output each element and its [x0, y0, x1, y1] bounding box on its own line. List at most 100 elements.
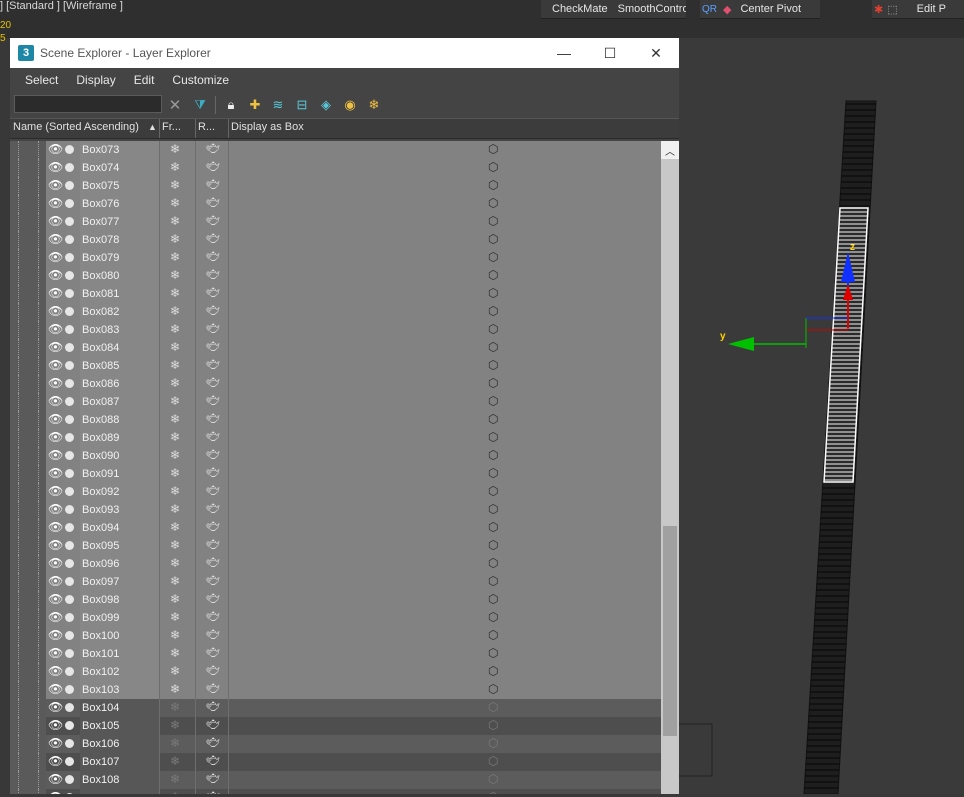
- nest-layer-icon[interactable]: ⊟: [293, 96, 311, 114]
- display-as-box-icon[interactable]: ⬡: [488, 178, 498, 192]
- object-name[interactable]: Box097: [82, 576, 119, 588]
- object-dot-icon[interactable]: [65, 739, 74, 748]
- object-dot-icon[interactable]: [65, 595, 74, 604]
- object-dot-icon[interactable]: [65, 343, 74, 352]
- display-as-box-icon[interactable]: ⬡: [488, 412, 498, 426]
- table-row[interactable]: 👁︎ Box095 ❄ 🫖︎ ⬡: [10, 537, 661, 555]
- object-dot-icon[interactable]: [65, 361, 74, 370]
- object-dot-icon[interactable]: [65, 721, 74, 730]
- menu-display[interactable]: Display: [67, 73, 124, 87]
- freeze-icon[interactable]: ❄: [170, 682, 180, 696]
- freeze-icon[interactable]: ❄: [170, 250, 180, 264]
- visibility-eye-icon[interactable]: 👁︎: [48, 268, 63, 282]
- freeze-icon[interactable]: ❄: [170, 772, 180, 786]
- viewport-perspective[interactable]: y z: [677, 38, 964, 795]
- visibility-eye-icon[interactable]: 👁︎: [48, 214, 63, 228]
- visibility-eye-icon[interactable]: 👁︎: [48, 754, 63, 768]
- layer-stack-icon[interactable]: ≋: [269, 96, 287, 114]
- object-dot-icon[interactable]: [65, 397, 74, 406]
- object-name[interactable]: Box073: [82, 144, 119, 156]
- column-name[interactable]: Name (Sorted Ascending): [13, 121, 139, 133]
- layers-icon[interactable]: ◈: [317, 96, 335, 114]
- hide-layer-icon[interactable]: ◉: [341, 96, 359, 114]
- table-row[interactable]: 👁︎ Box078 ❄ 🫖︎ ⬡: [10, 231, 661, 249]
- display-as-box-icon[interactable]: ⬡: [488, 718, 498, 732]
- display-as-box-icon[interactable]: ⬡: [488, 430, 498, 444]
- object-name[interactable]: Box107: [82, 756, 119, 768]
- render-teapot-icon[interactable]: 🫖︎: [206, 592, 220, 605]
- freeze-icon[interactable]: ❄: [170, 358, 180, 372]
- object-dot-icon[interactable]: [65, 415, 74, 424]
- display-as-box-icon[interactable]: ⬡: [488, 214, 498, 228]
- object-dot-icon[interactable]: [65, 667, 74, 676]
- display-as-box-icon[interactable]: ⬡: [488, 484, 498, 498]
- object-name[interactable]: Box083: [82, 324, 119, 336]
- bug-icon[interactable]: ✱: [872, 3, 885, 16]
- freeze-icon[interactable]: ❄: [170, 448, 180, 462]
- object-dot-icon[interactable]: [65, 163, 74, 172]
- edit-poly-button[interactable]: Edit P: [912, 3, 951, 15]
- render-teapot-icon[interactable]: 🫖︎: [206, 790, 220, 794]
- visibility-eye-icon[interactable]: 👁︎: [48, 142, 63, 156]
- menu-select[interactable]: Select: [16, 73, 67, 87]
- visibility-eye-icon[interactable]: 👁︎: [48, 718, 63, 732]
- object-dot-icon[interactable]: [65, 523, 74, 532]
- render-teapot-icon[interactable]: 🫖︎: [206, 718, 220, 731]
- freeze-icon[interactable]: ❄: [170, 520, 180, 534]
- render-teapot-icon[interactable]: 🫖︎: [206, 340, 220, 353]
- visibility-eye-icon[interactable]: 👁︎: [48, 448, 63, 462]
- render-teapot-icon[interactable]: 🫖︎: [206, 430, 220, 443]
- object-dot-icon[interactable]: [65, 469, 74, 478]
- table-row[interactable]: 👁︎ Box097 ❄ 🫖︎ ⬡: [10, 573, 661, 591]
- visibility-eye-icon[interactable]: 👁︎: [48, 250, 63, 264]
- object-name[interactable]: Box106: [82, 738, 119, 750]
- column-frozen[interactable]: Fr...: [162, 121, 181, 133]
- display-as-box-icon[interactable]: ⬡: [488, 700, 498, 714]
- visibility-eye-icon[interactable]: 👁︎: [48, 286, 63, 300]
- table-row[interactable]: 👁︎ Box081 ❄ 🫖︎ ⬡: [10, 285, 661, 303]
- object-dot-icon[interactable]: [65, 757, 74, 766]
- visibility-eye-icon[interactable]: 👁︎: [48, 790, 63, 794]
- checkmate-button[interactable]: CheckMate: [547, 3, 613, 15]
- visibility-eye-icon[interactable]: 👁︎: [48, 484, 63, 498]
- freeze-icon[interactable]: ❄: [170, 196, 180, 210]
- table-row[interactable]: 👁︎ Box106 ❄ 🫖︎ ⬡: [10, 735, 661, 753]
- visibility-eye-icon[interactable]: 👁︎: [48, 178, 63, 192]
- display-as-box-icon[interactable]: ⬡: [488, 466, 498, 480]
- table-row[interactable]: 👁︎ Box077 ❄ 🫖︎ ⬡: [10, 213, 661, 231]
- object-dot-icon[interactable]: [65, 271, 74, 280]
- render-teapot-icon[interactable]: 🫖︎: [206, 610, 220, 623]
- object-name[interactable]: Box105: [82, 720, 119, 732]
- freeze-icon[interactable]: ❄: [170, 376, 180, 390]
- display-as-box-icon[interactable]: ⬡: [488, 610, 498, 624]
- object-name[interactable]: Box091: [82, 468, 119, 480]
- freeze-icon[interactable]: ❄: [170, 610, 180, 624]
- object-name[interactable]: Box092: [82, 486, 119, 498]
- table-row[interactable]: 👁︎ Box085 ❄ 🫖︎ ⬡: [10, 357, 661, 375]
- table-row[interactable]: 👁︎ Box091 ❄ 🫖︎ ⬡: [10, 465, 661, 483]
- center-pivot-button[interactable]: Center Pivot: [735, 3, 806, 15]
- display-as-box-icon[interactable]: ⬡: [488, 322, 498, 336]
- object-name[interactable]: Box096: [82, 558, 119, 570]
- visibility-eye-icon[interactable]: 👁︎: [48, 556, 63, 570]
- table-row[interactable]: 👁︎ Box099 ❄ 🫖︎ ⬡: [10, 609, 661, 627]
- display-as-box-icon[interactable]: ⬡: [488, 664, 498, 678]
- render-teapot-icon[interactable]: 🫖︎: [206, 250, 220, 263]
- visibility-eye-icon[interactable]: 👁︎: [48, 304, 63, 318]
- object-dot-icon[interactable]: [65, 613, 74, 622]
- display-as-box-icon[interactable]: ⬡: [488, 574, 498, 588]
- display-as-box-icon[interactable]: ⬡: [488, 142, 498, 156]
- column-display-as-box[interactable]: Display as Box: [231, 121, 304, 133]
- table-row[interactable]: 👁︎ Box107 ❄ 🫖︎ ⬡: [10, 753, 661, 771]
- visibility-eye-icon[interactable]: 👁︎: [48, 772, 63, 786]
- render-teapot-icon[interactable]: 🫖︎: [206, 376, 220, 389]
- object-dot-icon[interactable]: [65, 235, 74, 244]
- object-dot-icon[interactable]: [65, 451, 74, 460]
- render-teapot-icon[interactable]: 🫖︎: [206, 466, 220, 479]
- display-as-box-icon[interactable]: ⬡: [488, 340, 498, 354]
- render-teapot-icon[interactable]: 🫖︎: [206, 196, 220, 209]
- visibility-eye-icon[interactable]: 👁︎: [48, 340, 63, 354]
- object-name[interactable]: Box075: [82, 180, 119, 192]
- display-as-box-icon[interactable]: ⬡: [488, 772, 498, 786]
- freeze-icon[interactable]: ❄: [170, 160, 180, 174]
